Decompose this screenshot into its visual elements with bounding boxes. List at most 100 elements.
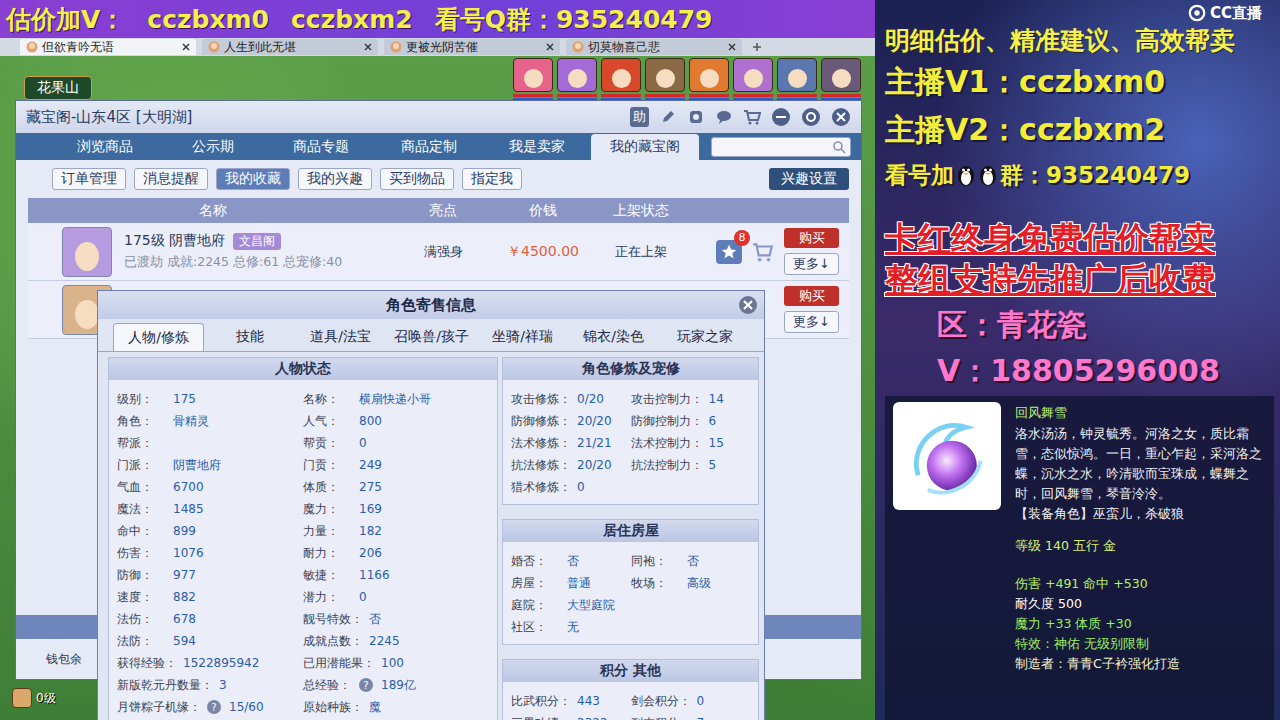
stat-value: 882 [173,590,196,604]
stat-value: 977 [173,568,196,582]
avatar-icon [390,41,402,53]
stat-value: 2245 [369,634,400,648]
sub-tab[interactable]: 买到物品 [380,168,454,190]
more-button[interactable]: 更多↓ [784,311,839,333]
sub-tab[interactable]: 订单管理 [52,168,126,190]
stat-row: 速度：882潜力：0 [117,586,489,608]
help-button[interactable]: 助 [630,107,649,127]
chat-icon[interactable] [715,108,733,126]
stat-value: 0 [697,694,705,708]
panel-title: 人物状态 [109,358,497,380]
interest-settings-button[interactable]: 兴趣设置 [769,168,849,190]
hint-icon[interactable]: ? [359,678,373,692]
stat-value: 否 [687,553,699,570]
stat-label: 原始种族： [303,699,363,716]
dialog-tab[interactable]: 技能 [204,323,295,351]
stat-label: 角色： [117,413,167,430]
banner-text: cczbxm2 [291,5,413,34]
party-member[interactable] [689,58,729,101]
hint-icon[interactable]: ? [207,700,221,714]
close-icon[interactable] [728,43,736,51]
plus-icon[interactable] [752,42,762,52]
stat-label: 新版乾元丹数量： [117,677,213,694]
dialog-tab[interactable]: 玩家之家 [659,323,750,351]
party-member[interactable] [601,58,641,101]
stat-row: 法术修炼：21/21法术控制力：15 [511,432,750,454]
client-tab[interactable]: 切莫物喜己悲 [566,39,742,55]
close-icon[interactable] [831,107,851,127]
sub-tab[interactable]: 指定我 [462,168,522,190]
stat-value: 0 [577,480,585,494]
dialog-tab[interactable]: 锦衣/染色 [568,323,659,351]
cart-icon[interactable] [743,108,761,126]
nav-tab[interactable]: 商品专题 [267,134,375,160]
party-member[interactable] [557,58,597,101]
item-name: 回风舞雪 [1015,402,1267,424]
panel-title: 居住房屋 [503,520,758,542]
client-tab[interactable]: 但欲青吟无语 [20,39,196,55]
record-icon[interactable] [687,108,705,126]
stat-label: 抗法修炼： [511,457,571,474]
party-member[interactable] [821,58,861,101]
stream-logo: CC直播 [1188,4,1262,23]
buy-button[interactable]: 购买 [784,228,839,248]
stat-value: 魔 [369,699,381,716]
stat-value: 800 [359,414,382,428]
close-icon[interactable] [738,295,758,315]
party-member[interactable] [777,58,817,101]
more-button[interactable]: 更多↓ [784,253,839,275]
sub-tab[interactable]: 我的收藏 [216,168,290,190]
map-name: 花果山 [24,76,92,100]
settings-icon[interactable] [801,107,821,127]
close-icon[interactable] [364,43,372,51]
client-tab[interactable]: 人生到此无堪 [202,39,378,55]
party-member[interactable] [513,58,553,101]
favorite-button[interactable]: 8 [716,240,742,264]
stat-row: 猎术修炼：0 [511,476,750,498]
item-tooltip: 回风舞雪洛水汤汤，钟灵毓秀。河洛之女，质比霜雪，态似惊鸿。一日，重心乍起，采河洛… [885,396,1274,720]
status-cell: 正在上架 [598,243,683,261]
dialog-tab[interactable]: 道具/法宝 [295,323,386,351]
party-member[interactable] [733,58,773,101]
host-contact: 主播V1：cczbxm0 [885,60,1274,104]
stat-value: 2322 [577,716,608,720]
client-tab[interactable]: 更被光阴苦催 [384,39,560,55]
dialog-tab[interactable]: 召唤兽/孩子 [386,323,477,351]
nav-tab[interactable]: 商品定制 [375,134,483,160]
level-badge: 0级 [12,688,56,708]
item-icon [893,402,1001,510]
party-member[interactable] [645,58,685,101]
stat-row: 门派：阴曹地府门贡：249 [117,454,489,476]
minimize-icon[interactable] [771,107,791,127]
dialog-tab[interactable]: 坐骑/祥瑞 [477,323,568,351]
portrait-icon [689,58,729,92]
nav-tab[interactable]: 浏览商品 [51,134,159,160]
search-field[interactable] [711,137,851,157]
stat-label: 命中： [117,523,167,540]
buy-button[interactable]: 购买 [784,286,839,306]
nav-tab[interactable]: 我是卖家 [483,134,591,160]
search-icon[interactable] [832,140,846,154]
edit-icon[interactable] [659,108,677,126]
promo-line: 卡红终身免费估价帮卖 [885,218,1274,259]
stat-value: 20/20 [577,414,612,428]
stat-value: 5 [709,458,717,472]
banner-text: cczbxm0 [147,5,269,34]
nav-tab[interactable]: 公示期 [159,134,267,160]
item-stat: 制造者：青青C子衿强化打造 [1015,654,1267,674]
stat-row: 伤害：1076耐力：206 [117,542,489,564]
stat-label: 婚否： [511,553,561,570]
portrait-icon [777,58,817,92]
table-row[interactable]: 175级 阴曹地府文昌阁已渡劫 成就:2245 总修:61 总宠修:40满强身￥… [28,223,849,281]
stat-value: 182 [359,524,382,538]
close-icon[interactable] [546,43,554,51]
sub-tab[interactable]: 我的兴趣 [298,168,372,190]
stat-value: 横扇快递小哥 [359,391,431,408]
row-info: 已渡劫 成就:2245 总修:61 总宠修:40 [124,254,342,271]
star-icon [720,243,738,261]
close-icon[interactable] [182,43,190,51]
sub-tab[interactable]: 消息提醒 [134,168,208,190]
dialog-tab[interactable]: 人物/修炼 [113,323,204,351]
cart-icon[interactable] [752,241,774,263]
nav-tab[interactable]: 我的藏宝阁 [591,134,699,160]
